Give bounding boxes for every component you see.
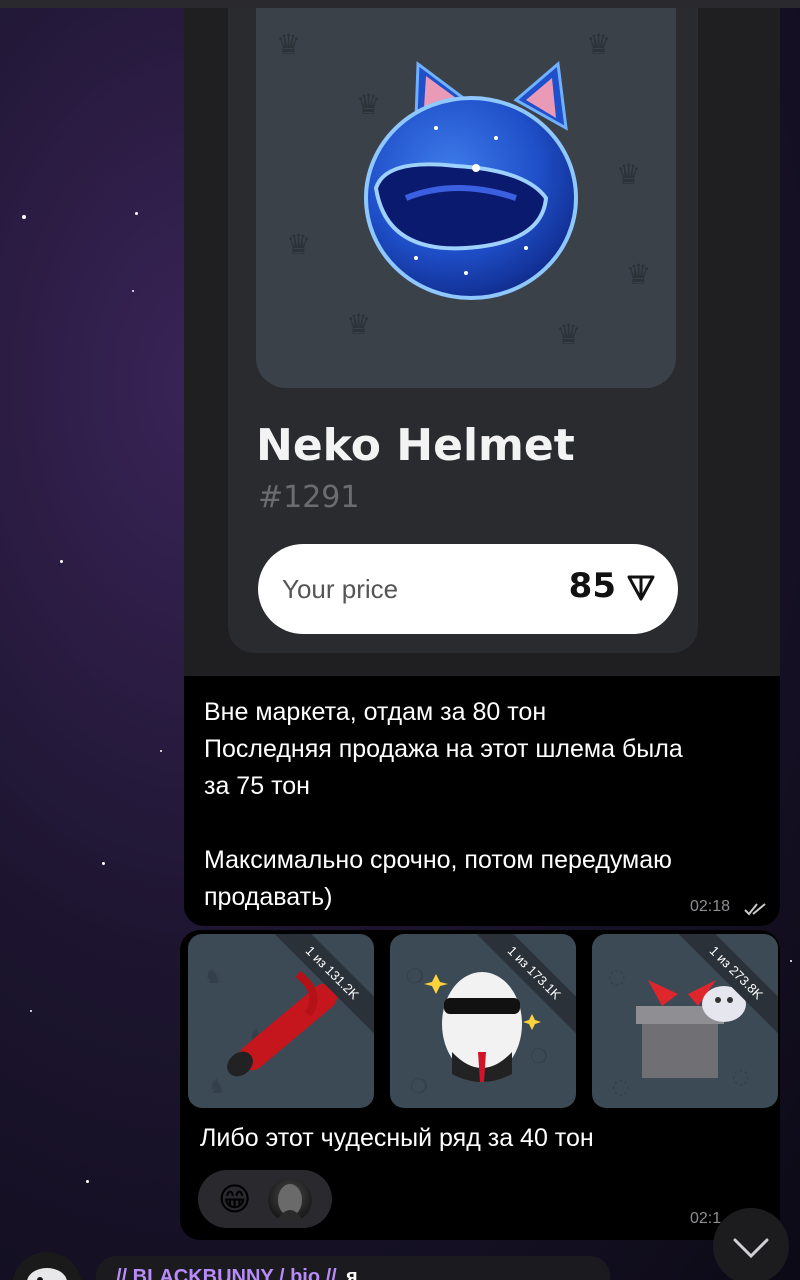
bg-star <box>86 1180 89 1183</box>
bg-star <box>102 862 105 865</box>
scroll-down-button[interactable] <box>713 1208 789 1280</box>
pattern-icon: ♛ <box>556 318 582 351</box>
message-bubble-2[interactable]: ♞ ♞ ♞ 1 из 131.2K ❍ ❍ ❍ 1 из 173.1K ◌ ◌ … <box>180 930 780 1240</box>
reactor-avatar <box>268 1178 312 1222</box>
message-time: 02:18 <box>690 898 731 915</box>
bg-star <box>135 212 138 215</box>
pattern-icon: ♛ <box>616 158 642 191</box>
bg-star <box>22 215 26 219</box>
gift-tile-2[interactable]: ❍ ❍ ❍ 1 из 173.1K <box>390 934 576 1108</box>
sender-extra: я <box>346 1266 358 1280</box>
message-bubble-3[interactable]: // BLACKBUNNY / bio // я <box>96 1256 610 1280</box>
egg-agent-icon <box>424 972 541 1082</box>
neko-helmet-icon <box>364 61 578 300</box>
message-text: Вне маркета, отдам за 80 тон Последняя п… <box>204 698 683 911</box>
grinning-emoji-icon: 😁 <box>218 1180 252 1218</box>
gift-screenshot[interactable]: ♛ ♛ ♛ ♛ ♛ ♛ ♛ ♛ Neko Helmet #1291 Your p… <box>184 8 780 676</box>
pattern-icon: ♛ <box>286 228 312 261</box>
bg-star <box>790 960 792 962</box>
price-pill: Your price 85 <box>258 544 678 634</box>
top-bar <box>0 0 800 8</box>
pattern-icon: ♛ <box>626 258 652 291</box>
bg-star <box>132 290 134 292</box>
bg-star <box>60 560 63 563</box>
sender-avatar[interactable] <box>12 1252 82 1280</box>
bg-star <box>160 750 162 752</box>
gift-tile-3[interactable]: ◌ ◌ ◌ 1 из 273.8K <box>592 934 778 1108</box>
gift-tile-1[interactable]: ♞ ♞ ♞ 1 из 131.2K <box>188 934 374 1108</box>
chevron-down-icon <box>733 1238 769 1259</box>
gift-name: Neko Helmet <box>256 420 575 471</box>
gift-box-icon <box>636 980 746 1078</box>
gift-card: ♛ ♛ ♛ ♛ ♛ ♛ ♛ ♛ Neko Helmet #1291 Your p… <box>228 8 698 653</box>
dynamite-stick-icon <box>227 970 338 1077</box>
message-text: Либо этот чудесный ряд за 40 тон <box>200 1124 594 1152</box>
price-label: Your price <box>282 574 399 604</box>
price-value: 85 <box>568 566 616 606</box>
gift-number: #1291 <box>258 480 360 515</box>
double-check-icon <box>744 903 766 916</box>
pattern-icon: ♛ <box>346 308 372 341</box>
reaction-chip[interactable]: 😁 <box>198 1170 332 1228</box>
message-bubble-1[interactable]: ♛ ♛ ♛ ♛ ♛ ♛ ♛ ♛ Neko Helmet #1291 Your p… <box>184 8 780 926</box>
ton-icon <box>627 575 655 601</box>
gift-image: ♛ ♛ ♛ ♛ ♛ ♛ ♛ ♛ <box>256 8 676 388</box>
bg-star <box>30 1010 32 1012</box>
pattern-icon: ♛ <box>586 28 612 61</box>
sender-name[interactable]: // BLACKBUNNY / bio // <box>116 1266 337 1280</box>
pattern-icon: ♛ <box>276 28 302 61</box>
